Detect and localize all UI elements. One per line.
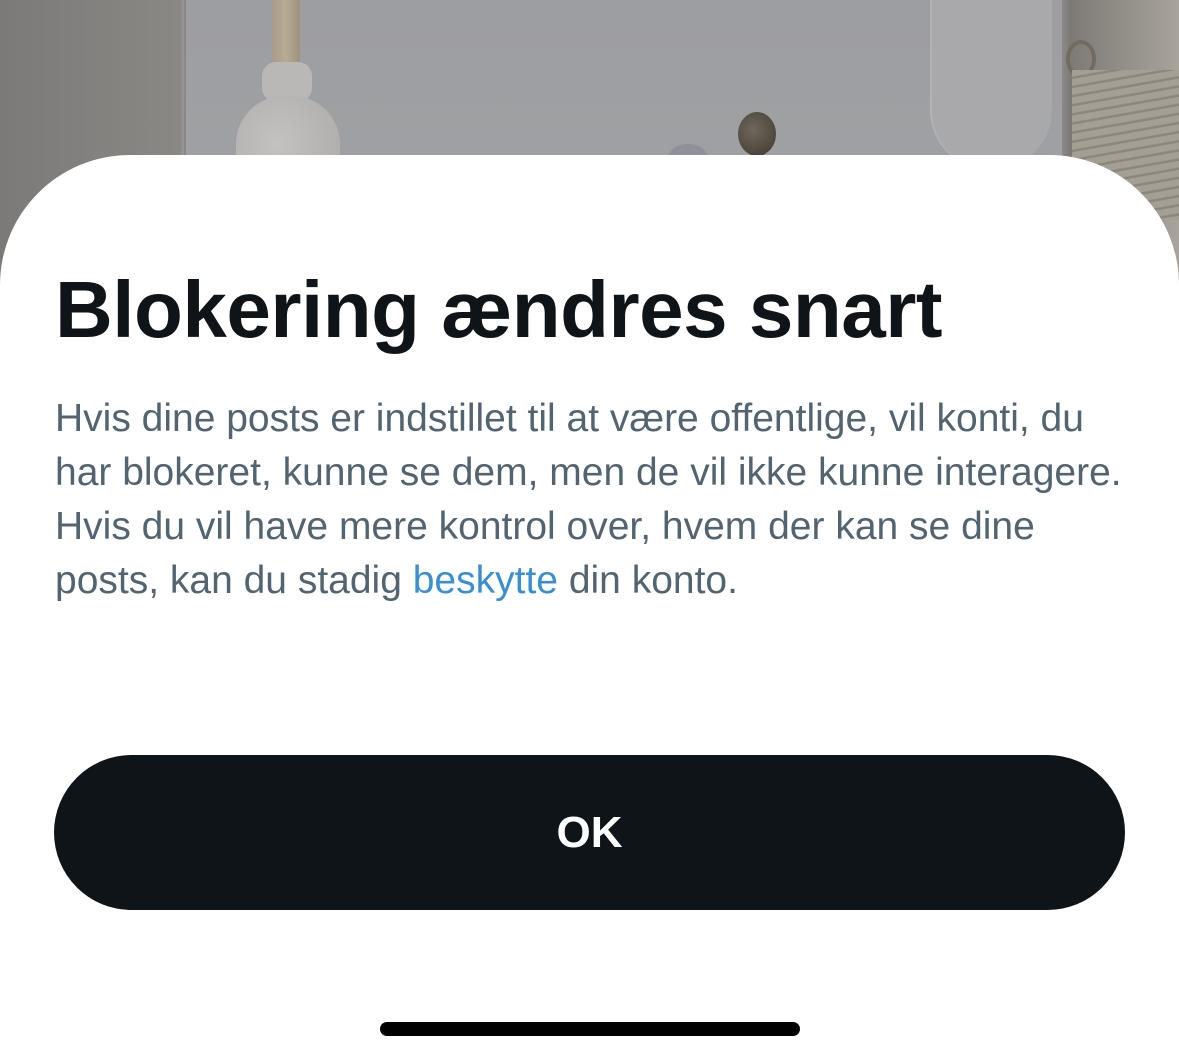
sheet-description: Hvis dine posts er indstillet til at vær… [55, 392, 1130, 608]
background-knob [738, 112, 776, 156]
description-text-end: din konto. [557, 559, 738, 602]
ok-button[interactable]: OK [54, 755, 1125, 910]
home-indicator [380, 1022, 800, 1036]
sheet-title: Blokering ændres snart [55, 265, 943, 354]
protect-account-link[interactable]: beskytte [413, 559, 558, 602]
background-disc [930, 0, 1052, 170]
